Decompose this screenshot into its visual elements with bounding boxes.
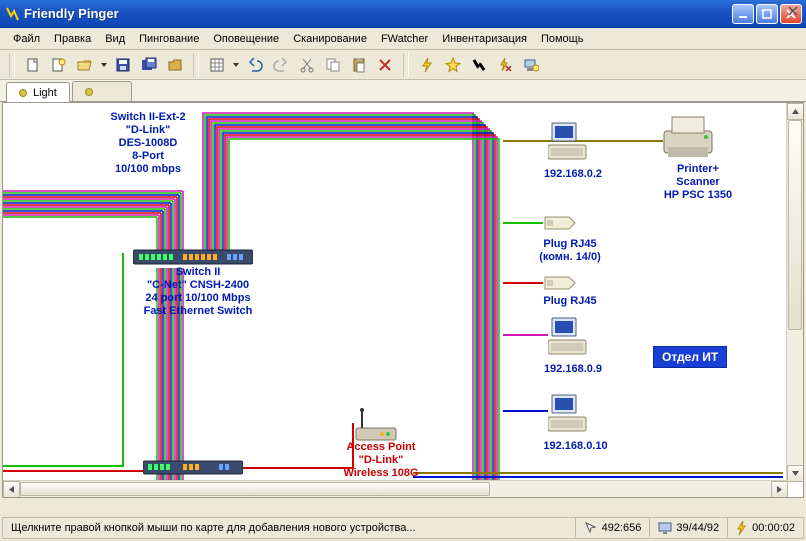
status-counts: 39/44/92: [649, 518, 727, 538]
menu-scan[interactable]: Сканирование: [286, 31, 374, 47]
menu-view[interactable]: Вид: [98, 31, 132, 47]
star-button[interactable]: [442, 54, 464, 76]
access-point-icon[interactable]: [348, 408, 404, 444]
menu-ping[interactable]: Пингование: [132, 31, 206, 47]
device-button[interactable]: [520, 54, 542, 76]
menu-bar: Файл Правка Вид Пингование Оповещение Ск…: [0, 28, 806, 50]
status-time: 00:00:02: [727, 518, 803, 538]
grid-button[interactable]: [206, 54, 228, 76]
status-hint: Щелкните правой кнопкой мыши по карте дл…: [3, 518, 575, 538]
pc-icon[interactable]: [548, 121, 588, 165]
copy-button[interactable]: [322, 54, 344, 76]
label-switch2: Switch II"C-Net" CNSH-240024 port 10/100…: [108, 266, 288, 318]
pc-icon[interactable]: [548, 316, 588, 360]
dropdown-icon[interactable]: [100, 57, 108, 73]
dropdown-icon[interactable]: [232, 57, 240, 73]
find-button[interactable]: [468, 54, 490, 76]
saveas-button[interactable]: [138, 54, 160, 76]
flash-icon: [736, 521, 748, 535]
delete-button[interactable]: [374, 54, 396, 76]
paste-button[interactable]: [348, 54, 370, 76]
minimize-button[interactable]: [732, 4, 754, 24]
rj45-plug-icon[interactable]: [543, 211, 577, 235]
tab-label: Light: [33, 87, 57, 99]
menu-help[interactable]: Помощь: [534, 31, 591, 47]
window-title: Friendly Pinger: [24, 6, 119, 21]
menu-edit[interactable]: Правка: [47, 31, 98, 47]
label-access-point: Access Point"D-Link"Wireless 108G: [321, 441, 441, 480]
map-viewport: Switch II-Ext-2"D-Link"DES-1008D8-Port10…: [2, 102, 804, 498]
status-dot-icon: [19, 89, 27, 97]
vertical-scrollbar[interactable]: [786, 103, 803, 482]
tab-bar: Light: [0, 80, 806, 102]
undo-button[interactable]: [244, 54, 266, 76]
dept-box[interactable]: Отдел ИТ: [653, 346, 727, 368]
label-plug1: Plug RJ45(комн. 14/0): [520, 238, 620, 264]
label-switch-ext2: Switch II-Ext-2"D-Link"DES-1008D8-Port10…: [78, 111, 218, 176]
menu-notify[interactable]: Оповещение: [206, 31, 286, 47]
label-ip2: 192.168.0.9: [528, 363, 618, 376]
horizontal-scrollbar[interactable]: [3, 480, 788, 497]
flash-button[interactable]: [416, 54, 438, 76]
label-printer: Printer+ScannerHP PSC 1350: [643, 163, 753, 202]
tab-light[interactable]: Light: [6, 82, 70, 102]
new-wizard-button[interactable]: [48, 54, 70, 76]
label-ip3: 192.168.0.10: [528, 440, 623, 453]
menu-file[interactable]: Файл: [6, 31, 47, 47]
pc-icon[interactable]: [548, 393, 588, 437]
title-bar: Friendly Pinger: [0, 0, 806, 28]
toolbar: [0, 50, 806, 80]
switch-icon[interactable]: [143, 458, 243, 476]
new-button[interactable]: [22, 54, 44, 76]
scroll-thumb[interactable]: [20, 482, 490, 496]
save-button[interactable]: [112, 54, 134, 76]
monitor-icon: [658, 521, 672, 535]
cursor-icon: [584, 521, 598, 535]
label-plug2: Plug RJ45: [520, 295, 620, 308]
switch-icon[interactable]: [133, 246, 253, 266]
status-coords: 492:656: [575, 518, 650, 538]
maximize-button[interactable]: [756, 4, 778, 24]
printer-icon[interactable]: [658, 113, 718, 161]
redo-button[interactable]: [270, 54, 292, 76]
network-map[interactable]: Switch II-Ext-2"D-Link"DES-1008D8-Port10…: [3, 103, 787, 481]
scroll-thumb[interactable]: [788, 120, 802, 330]
menu-inventory[interactable]: Инвентаризация: [435, 31, 534, 47]
folder-button[interactable]: [164, 54, 186, 76]
tab-close-icon[interactable]: [786, 4, 800, 18]
scroll-right-button[interactable]: [771, 481, 788, 498]
status-bar: Щелкните правой кнопкой мыши по карте дл…: [2, 517, 804, 539]
app-icon: [4, 6, 20, 22]
flash-cancel-button[interactable]: [494, 54, 516, 76]
menu-fwatcher[interactable]: FWatcher: [374, 31, 435, 47]
scroll-down-button[interactable]: [787, 465, 804, 482]
scroll-up-button[interactable]: [787, 103, 804, 120]
tab-2[interactable]: [72, 81, 132, 101]
rj45-plug-icon[interactable]: [543, 271, 577, 295]
label-ip1: 192.168.0.2: [528, 168, 618, 181]
status-dot-icon: [85, 88, 93, 96]
open-button[interactable]: [74, 54, 96, 76]
cut-button[interactable]: [296, 54, 318, 76]
scroll-left-button[interactable]: [3, 481, 20, 498]
